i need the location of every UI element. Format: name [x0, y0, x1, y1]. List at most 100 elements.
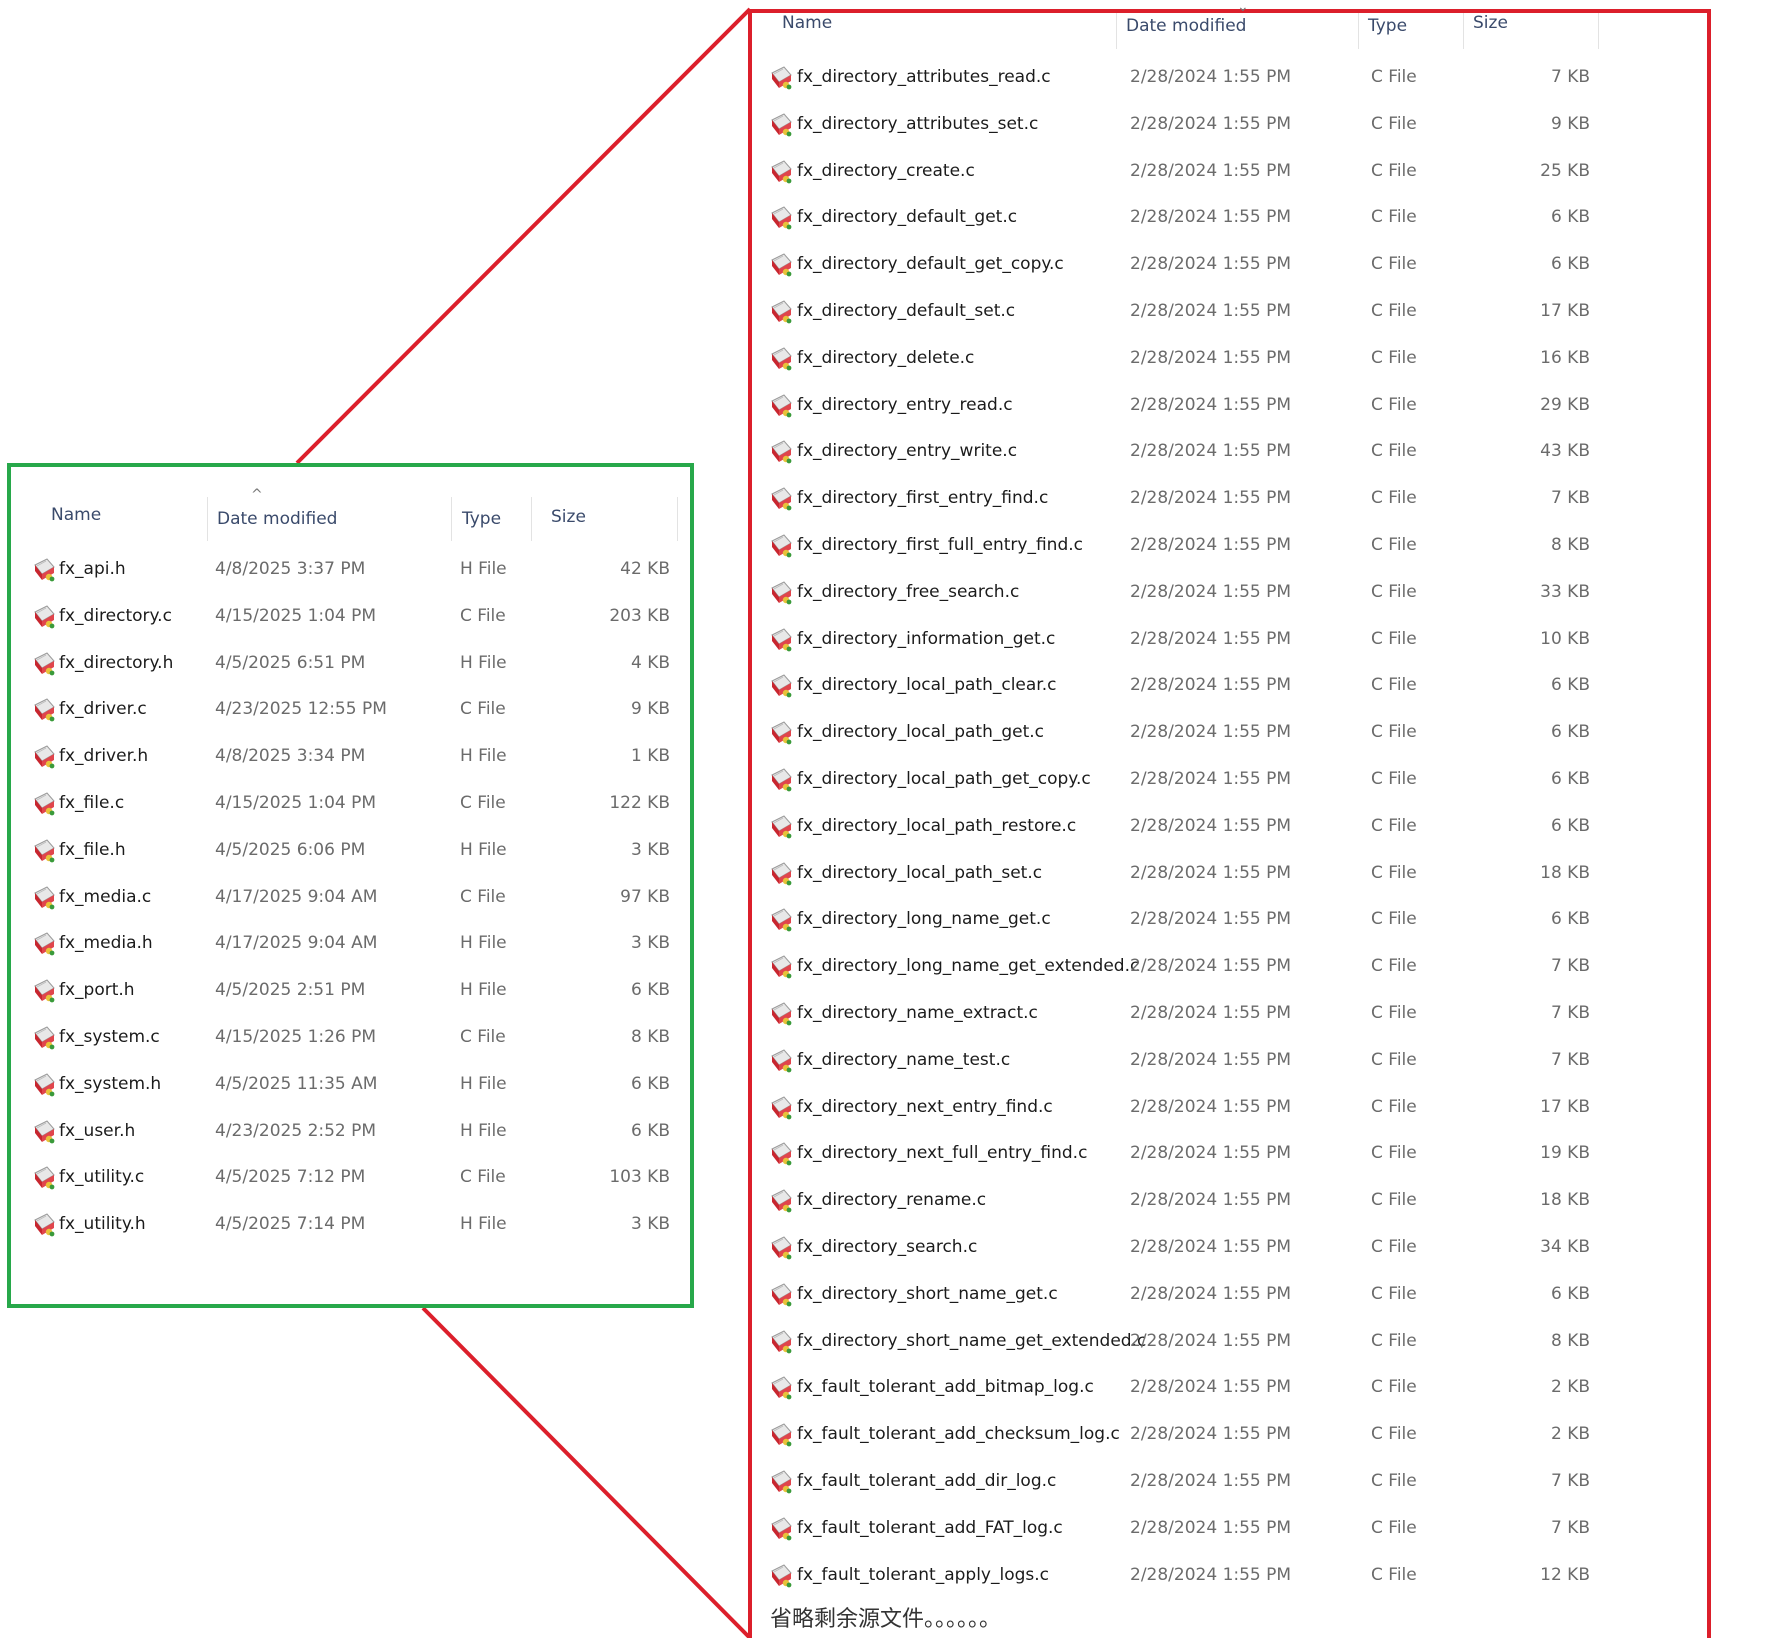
file-size: 7 KB: [1550, 1003, 1590, 1023]
file-row[interactable]: fx_directory_free_search.c 2/28/2024 1:55…: [752, 570, 1707, 617]
column-header-name[interactable]: Name: [782, 13, 832, 33]
column-header-type[interactable]: Type: [1368, 16, 1407, 36]
file-row[interactable]: fx_directory_default_get.c 2/28/2024 1:55…: [752, 195, 1707, 242]
file-type: C File: [1371, 722, 1417, 743]
file-row[interactable]: fx_utility.h 4/5/2025 7:14 PM H File 3 KB: [11, 1202, 690, 1249]
connector-line-bottom: [421, 1306, 752, 1638]
source-file-icon: [768, 1235, 794, 1261]
file-row[interactable]: fx_directory_attributes_read.c 2/28/2024 …: [752, 55, 1707, 102]
file-row[interactable]: fx_directory_short_name_get_extended.c 2/…: [752, 1319, 1707, 1366]
file-row[interactable]: fx_directory_entry_write.c 2/28/2024 1:55…: [752, 429, 1707, 476]
file-name: fx_directory_attributes_read.c: [797, 67, 1051, 87]
file-row[interactable]: fx_directory_local_path_restore.c 2/28/20…: [752, 804, 1707, 851]
source-file-icon: [768, 439, 794, 465]
source-file-icon: [768, 907, 794, 933]
file-row[interactable]: fx_system.h 4/5/2025 11:35 AM H File 6 KB: [11, 1062, 690, 1109]
file-name: fx_fault_tolerant_add_bitmap_log.c: [797, 1377, 1094, 1398]
file-row[interactable]: fx_directory_local_path_get.c 2/28/2024 1…: [752, 710, 1707, 757]
file-row[interactable]: fx_driver.h 4/8/2025 3:34 PM H File 1 KB: [11, 734, 690, 781]
file-row[interactable]: fx_driver.c 4/23/2025 12:55 PM C File 9 KB: [11, 687, 690, 734]
column-header-size[interactable]: Size: [551, 507, 586, 527]
file-row[interactable]: fx_directory_default_set.c 2/28/2024 1:55…: [752, 289, 1707, 336]
file-type: C File: [1371, 67, 1417, 87]
file-row[interactable]: fx_directory_first_entry_find.c 2/28/2024…: [752, 476, 1707, 523]
column-divider[interactable]: [677, 497, 678, 541]
file-size: 8 KB: [1550, 535, 1590, 555]
column-divider[interactable]: [1598, 13, 1599, 49]
file-row[interactable]: fx_fault_tolerant_apply_logs.c 2/28/2024 …: [752, 1553, 1707, 1600]
file-row[interactable]: fx_file.h 4/5/2025 6:06 PM H File 3 KB: [11, 828, 690, 875]
file-type: C File: [1371, 1517, 1417, 1538]
file-row[interactable]: fx_directory_information_get.c 2/28/2024 …: [752, 617, 1707, 664]
file-row[interactable]: fx_directory_local_path_set.c 2/28/2024 1…: [752, 851, 1707, 898]
file-type: C File: [1371, 207, 1417, 228]
file-date-modified: 2/28/2024 1:55 PM: [1130, 207, 1292, 228]
file-size: 12 KB: [1540, 1564, 1590, 1585]
file-row[interactable]: fx_directory_first_full_entry_find.c 2/28…: [752, 523, 1707, 570]
file-row[interactable]: fx_directory_create.c 2/28/2024 1:55 PM C …: [752, 149, 1707, 196]
source-file-icon: [768, 346, 794, 372]
file-size: 6 KB: [630, 1073, 670, 1094]
source-file-icon: [768, 65, 794, 91]
column-header-type[interactable]: Type: [462, 509, 501, 529]
column-divider[interactable]: [531, 497, 532, 541]
file-row[interactable]: fx_fault_tolerant_add_dir_log.c 2/28/2024…: [752, 1459, 1707, 1506]
file-row[interactable]: fx_utility.c 4/5/2025 7:12 PM C File 103 KB: [11, 1155, 690, 1202]
column-header-name[interactable]: Name: [51, 505, 101, 525]
column-divider[interactable]: [1116, 13, 1117, 49]
source-file-icon: [31, 697, 57, 723]
file-size: 2 KB: [1550, 1377, 1590, 1398]
file-row[interactable]: fx_fault_tolerant_add_checksum_log.c 2/28…: [752, 1412, 1707, 1459]
file-row[interactable]: fx_directory_local_path_clear.c 2/28/2024…: [752, 663, 1707, 710]
column-divider[interactable]: [207, 497, 208, 541]
file-row[interactable]: fx_directory.c 4/15/2025 1:04 PM C File 203…: [11, 594, 690, 641]
file-row[interactable]: fx_media.c 4/17/2025 9:04 AM C File 97 KB: [11, 875, 690, 922]
file-row[interactable]: fx_media.h 4/17/2025 9:04 AM H File 3 KB: [11, 921, 690, 968]
file-size: 8 KB: [630, 1027, 670, 1047]
file-name: fx_directory_entry_read.c: [797, 394, 1013, 415]
file-name: fx_directory_create.c: [797, 160, 975, 181]
file-size: 203 KB: [609, 605, 670, 626]
file-row[interactable]: fx_api.h 4/8/2025 3:37 PM H File 42 KB: [11, 547, 690, 594]
file-row[interactable]: fx_directory_name_test.c 2/28/2024 1:55 P…: [752, 1038, 1707, 1085]
file-name: fx_directory_next_full_entry_find.c: [797, 1143, 1088, 1164]
file-row[interactable]: fx_port.h 4/5/2025 2:51 PM H File 6 KB: [11, 968, 690, 1015]
file-date-modified: 2/28/2024 1:55 PM: [1130, 1564, 1292, 1585]
file-type: C File: [1371, 1143, 1417, 1164]
file-row[interactable]: fx_directory_long_name_get.c 2/28/2024 1:…: [752, 897, 1707, 944]
file-row[interactable]: fx_directory_short_name_get.c 2/28/2024 1…: [752, 1272, 1707, 1319]
file-date-modified: 4/17/2025 9:04 AM: [215, 886, 378, 907]
column-divider[interactable]: [1358, 13, 1359, 49]
file-type: C File: [1371, 1471, 1417, 1491]
file-row[interactable]: fx_directory_attributes_set.c 2/28/2024 1…: [752, 102, 1707, 149]
file-date-modified: 4/5/2025 2:51 PM: [215, 980, 366, 1001]
file-type: C File: [1371, 254, 1417, 275]
file-type: C File: [1371, 441, 1417, 462]
file-row[interactable]: fx_directory_name_extract.c 2/28/2024 1:5…: [752, 991, 1707, 1038]
file-row[interactable]: fx_directory_long_name_get_extended.c 2/2…: [752, 944, 1707, 991]
file-row[interactable]: fx_directory_entry_read.c 2/28/2024 1:55 …: [752, 383, 1707, 430]
file-row[interactable]: fx_directory.h 4/5/2025 6:51 PM H File 4 KB: [11, 641, 690, 688]
file-row[interactable]: fx_fault_tolerant_add_bitmap_log.c 2/28/2…: [752, 1365, 1707, 1412]
column-header-date-modified[interactable]: Date modified: [1126, 16, 1246, 36]
file-name: fx_file.h: [59, 839, 126, 860]
column-divider[interactable]: [451, 497, 452, 541]
file-row[interactable]: fx_fault_tolerant_add_FAT_log.c 2/28/2024…: [752, 1506, 1707, 1553]
file-row[interactable]: fx_directory_local_path_get_copy.c 2/28/2…: [752, 757, 1707, 804]
file-row[interactable]: fx_directory_search.c 2/28/2024 1:55 PM C …: [752, 1225, 1707, 1272]
file-row[interactable]: fx_directory_rename.c 2/28/2024 1:55 PM C …: [752, 1178, 1707, 1225]
file-row[interactable]: fx_directory_default_get_copy.c 2/28/2024…: [752, 242, 1707, 289]
source-file-icon: [768, 1048, 794, 1074]
file-date-modified: 2/28/2024 1:55 PM: [1130, 394, 1292, 415]
column-header-date-modified[interactable]: Date modified: [217, 509, 337, 529]
file-row[interactable]: fx_file.c 4/15/2025 1:04 PM C File 122 KB: [11, 781, 690, 828]
file-row[interactable]: fx_user.h 4/23/2025 2:52 PM H File 6 KB: [11, 1109, 690, 1156]
file-name: fx_directory_rename.c: [797, 1190, 987, 1211]
file-size: 34 KB: [1540, 1237, 1590, 1257]
file-row[interactable]: fx_directory_next_entry_find.c 2/28/2024 …: [752, 1085, 1707, 1132]
column-divider[interactable]: [1463, 13, 1464, 49]
file-row[interactable]: fx_directory_delete.c 2/28/2024 1:55 PM C …: [752, 336, 1707, 383]
file-row[interactable]: fx_system.c 4/15/2025 1:26 PM C File 8 KB: [11, 1015, 690, 1062]
column-header-size[interactable]: Size: [1473, 13, 1508, 33]
file-row[interactable]: fx_directory_next_full_entry_find.c 2/28/…: [752, 1131, 1707, 1178]
